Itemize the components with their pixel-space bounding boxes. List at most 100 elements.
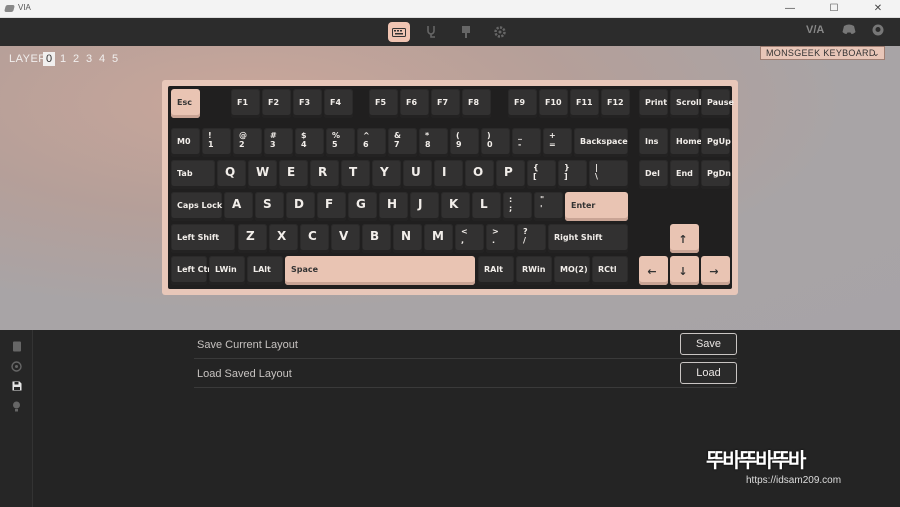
key-l[interactable]: L xyxy=(472,192,501,221)
key-pgup[interactable]: PgUp xyxy=(701,128,731,157)
key-9[interactable]: (9 xyxy=(450,128,479,157)
key-up[interactable]: ↑ xyxy=(670,224,699,253)
key-rbracket[interactable]: }] xyxy=(558,160,587,189)
key-mo2[interactable]: MO(2) xyxy=(554,256,590,285)
key-rwin[interactable]: RWin xyxy=(516,256,552,285)
key-b[interactable]: B xyxy=(362,224,391,253)
key-end[interactable]: End xyxy=(670,160,699,189)
key-4[interactable]: $4 xyxy=(295,128,324,157)
key-enter[interactable]: Enter xyxy=(565,192,628,221)
key-y[interactable]: Y xyxy=(372,160,401,189)
key-slash[interactable]: ? / xyxy=(517,224,546,253)
key-down[interactable]: ↓ xyxy=(670,256,699,285)
key-f1[interactable]: F1 xyxy=(231,89,260,118)
key-o[interactable]: O xyxy=(465,160,494,189)
key-f4[interactable]: F4 xyxy=(324,89,353,118)
key-rctl[interactable]: RCtl xyxy=(592,256,628,285)
key-semicolon[interactable]: :; xyxy=(503,192,532,221)
key-f3[interactable]: F3 xyxy=(293,89,322,118)
key-lbracket[interactable]: {[ xyxy=(527,160,556,189)
key-k[interactable]: K xyxy=(441,192,470,221)
key-lwin[interactable]: LWin xyxy=(209,256,245,285)
key-f6[interactable]: F6 xyxy=(400,89,429,118)
minimize-button[interactable]: — xyxy=(768,0,812,18)
key-space[interactable]: Space xyxy=(285,256,475,285)
key-3[interactable]: #3 xyxy=(264,128,293,157)
key-left-ctrl[interactable]: Left Ctrl xyxy=(171,256,214,285)
discord-icon[interactable] xyxy=(842,24,856,38)
key-v[interactable]: V xyxy=(331,224,360,253)
key-z[interactable]: Z xyxy=(238,224,267,253)
key-scroll[interactable]: Scroll xyxy=(670,89,701,118)
save-load-menu-icon[interactable] xyxy=(11,381,22,392)
key-1[interactable]: ! 1 xyxy=(202,128,231,157)
test-icon[interactable] xyxy=(420,22,442,42)
key-d[interactable]: D xyxy=(286,192,315,221)
key-f[interactable]: F xyxy=(317,192,346,221)
keymap-menu-icon[interactable] xyxy=(11,341,22,352)
key-x[interactable]: X xyxy=(269,224,298,253)
key-h[interactable]: H xyxy=(379,192,408,221)
key-g[interactable]: G xyxy=(348,192,377,221)
maximize-button[interactable]: ☐ xyxy=(812,0,856,18)
key-ralt[interactable]: RAlt xyxy=(478,256,514,285)
key-pause[interactable]: Pause xyxy=(701,89,734,118)
key-f7[interactable]: F7 xyxy=(431,89,460,118)
key-5[interactable]: % 5 xyxy=(326,128,355,157)
key-f5[interactable]: F5 xyxy=(369,89,398,118)
key-f10[interactable]: F10 xyxy=(539,89,568,118)
key-minus[interactable]: _ - xyxy=(512,128,541,157)
load-button[interactable]: Load xyxy=(680,362,737,384)
macros-menu-icon[interactable] xyxy=(11,361,22,372)
key-f8[interactable]: F8 xyxy=(462,89,491,118)
layer-3-button[interactable]: 3 xyxy=(83,52,95,66)
key-7[interactable]: & 7 xyxy=(388,128,417,157)
key-home[interactable]: Home xyxy=(670,128,702,157)
layer-1-button[interactable]: 1 xyxy=(57,52,69,66)
key-left[interactable]: ← xyxy=(639,256,668,285)
key-ins[interactable]: Ins xyxy=(639,128,668,157)
design-icon[interactable] xyxy=(455,22,477,42)
key-tab[interactable]: Tab xyxy=(171,160,215,189)
key-f2[interactable]: F2 xyxy=(262,89,291,118)
key-p[interactable]: P xyxy=(496,160,525,189)
key-backslash[interactable]: | \ xyxy=(589,160,628,189)
key-right[interactable]: → xyxy=(701,256,730,285)
key-8[interactable]: * 8 xyxy=(419,128,448,157)
layer-5-button[interactable]: 5 xyxy=(109,52,121,66)
key-equals[interactable]: + = xyxy=(543,128,572,157)
key-j[interactable]: J xyxy=(410,192,439,221)
key-w[interactable]: W xyxy=(248,160,277,189)
key-comma[interactable]: <, xyxy=(455,224,484,253)
keyboard-icon[interactable] xyxy=(388,22,410,42)
key-f9[interactable]: F9 xyxy=(508,89,537,118)
settings-icon[interactable] xyxy=(489,22,511,42)
key-a[interactable]: A xyxy=(224,192,253,221)
key-pgdn[interactable]: PgDn xyxy=(701,160,731,189)
key-c[interactable]: C xyxy=(300,224,329,253)
key-m[interactable]: M xyxy=(424,224,453,253)
key-quote[interactable]: " ' xyxy=(534,192,563,221)
key-backspace[interactable]: Backspace xyxy=(574,128,628,157)
key-u[interactable]: U xyxy=(403,160,432,189)
key-period[interactable]: >. xyxy=(486,224,515,253)
key-n[interactable]: N xyxy=(393,224,422,253)
key-f11[interactable]: F11 xyxy=(570,89,599,118)
layer-2-button[interactable]: 2 xyxy=(70,52,82,66)
key-0[interactable]: ) 0 xyxy=(481,128,510,157)
layer-4-button[interactable]: 4 xyxy=(96,52,108,66)
key-left-shift[interactable]: Left Shift xyxy=(171,224,235,253)
key-del[interactable]: Del xyxy=(639,160,668,189)
key-i[interactable]: I xyxy=(434,160,463,189)
key-esc[interactable]: Esc xyxy=(171,89,200,118)
key-print[interactable]: Print xyxy=(639,89,668,118)
keyboard-select[interactable]: MONSGEEK KEYBOARD ⌄ xyxy=(760,46,885,60)
key-r[interactable]: R xyxy=(310,160,339,189)
key-2[interactable]: @2 xyxy=(233,128,262,157)
github-icon[interactable] xyxy=(872,24,884,39)
key-caps-lock[interactable]: Caps Lock xyxy=(171,192,222,221)
key-s[interactable]: S xyxy=(255,192,284,221)
key-m0[interactable]: M0 xyxy=(171,128,200,157)
key-lalt[interactable]: LAlt xyxy=(247,256,283,285)
key-q[interactable]: Q xyxy=(217,160,246,189)
